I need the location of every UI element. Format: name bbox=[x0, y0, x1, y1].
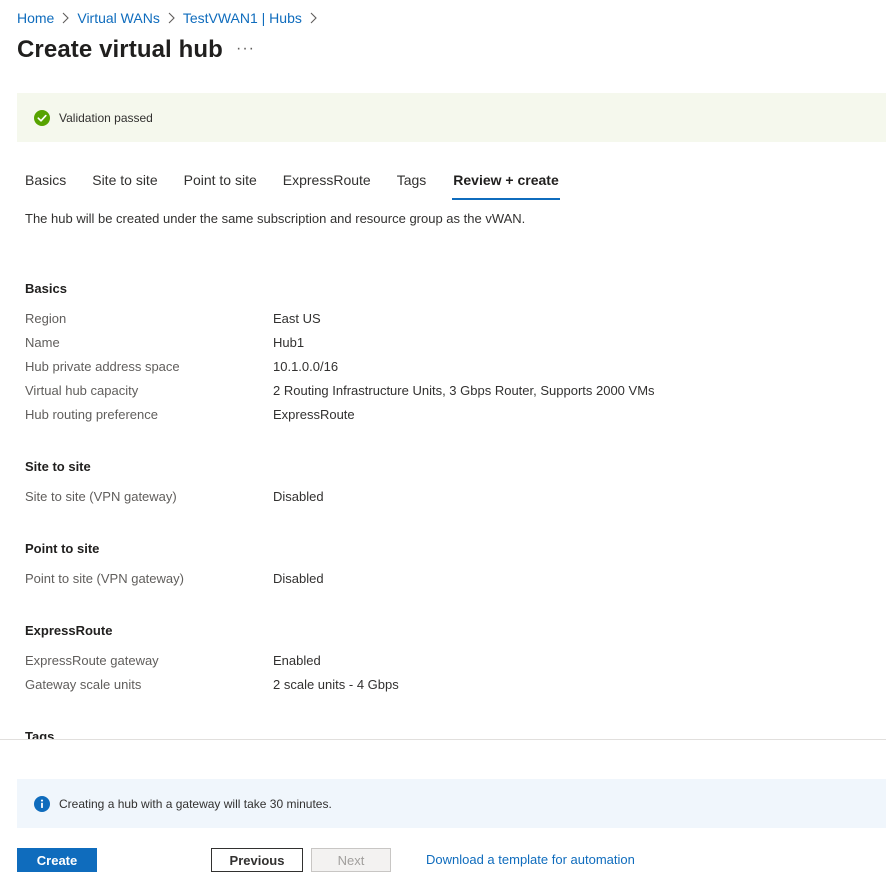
section-title-expressroute: ExpressRoute bbox=[25, 623, 112, 638]
info-banner: Creating a hub with a gateway will take … bbox=[17, 779, 886, 828]
row-value-er-gateway: Enabled bbox=[273, 653, 321, 668]
wizard-tabs: Basics Site to site Point to site Expres… bbox=[25, 172, 586, 200]
tab-expressroute[interactable]: ExpressRoute bbox=[283, 172, 371, 198]
download-template-link[interactable]: Download a template for automation bbox=[426, 852, 635, 867]
row-label-s2s-gateway: Site to site (VPN gateway) bbox=[25, 489, 177, 504]
info-message: Creating a hub with a gateway will take … bbox=[59, 797, 332, 811]
row-value-hub-capacity: 2 Routing Infrastructure Units, 3 Gbps R… bbox=[273, 383, 655, 398]
row-value-scale-units: 2 scale units - 4 Gbps bbox=[273, 677, 399, 692]
intro-text: The hub will be created under the same s… bbox=[25, 211, 525, 226]
row-label-hub-capacity: Virtual hub capacity bbox=[25, 383, 138, 398]
content-scroll-area[interactable]: Basics Site to site Point to site Expres… bbox=[0, 0, 886, 739]
row-label-region: Region bbox=[25, 311, 66, 326]
previous-button[interactable]: Previous bbox=[211, 848, 303, 872]
create-button[interactable]: Create bbox=[17, 848, 97, 872]
row-label-name: Name bbox=[25, 335, 60, 350]
section-title-point-to-site: Point to site bbox=[25, 541, 99, 556]
row-value-s2s-gateway: Disabled bbox=[273, 489, 324, 504]
footer-divider bbox=[0, 739, 886, 740]
row-label-address-space: Hub private address space bbox=[25, 359, 180, 374]
tab-basics[interactable]: Basics bbox=[25, 172, 66, 198]
row-value-region: East US bbox=[273, 311, 321, 326]
row-label-scale-units: Gateway scale units bbox=[25, 677, 141, 692]
tab-point-to-site[interactable]: Point to site bbox=[184, 172, 257, 198]
row-value-p2s-gateway: Disabled bbox=[273, 571, 324, 586]
tab-review-create[interactable]: Review + create bbox=[452, 172, 559, 200]
info-icon bbox=[34, 796, 50, 812]
section-title-site-to-site: Site to site bbox=[25, 459, 91, 474]
row-label-p2s-gateway: Point to site (VPN gateway) bbox=[25, 571, 184, 586]
tab-site-to-site[interactable]: Site to site bbox=[92, 172, 157, 198]
row-value-name: Hub1 bbox=[273, 335, 304, 350]
row-value-address-space: 10.1.0.0/16 bbox=[273, 359, 338, 374]
row-label-routing-preference: Hub routing preference bbox=[25, 407, 158, 422]
section-title-basics: Basics bbox=[25, 281, 67, 296]
next-button[interactable]: Next bbox=[311, 848, 391, 872]
section-title-tags: Tags bbox=[25, 729, 54, 739]
row-value-routing-preference: ExpressRoute bbox=[273, 407, 355, 422]
tab-tags[interactable]: Tags bbox=[397, 172, 427, 198]
row-label-er-gateway: ExpressRoute gateway bbox=[25, 653, 159, 668]
